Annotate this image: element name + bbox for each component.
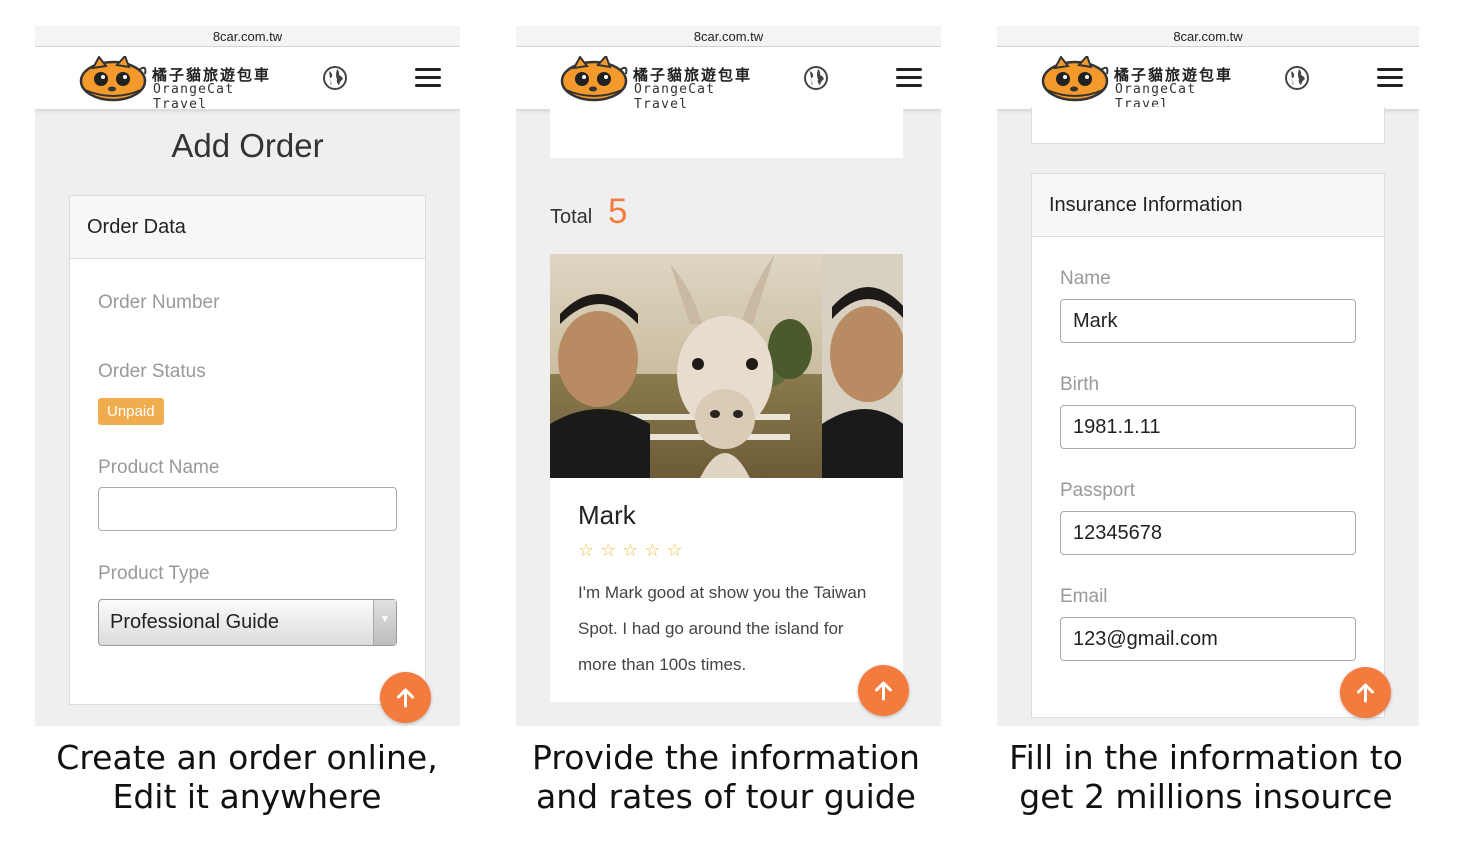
orange-cat-logo-icon — [79, 56, 147, 102]
previous-card — [550, 109, 903, 158]
birth-label: Birth — [1060, 374, 1100, 395]
product-type-label: Product Type — [98, 563, 210, 584]
browser-url-bar[interactable]: 8car.com.tw — [997, 26, 1419, 47]
name-label: Name — [1060, 268, 1111, 289]
hamburger-menu-icon[interactable] — [1377, 68, 1403, 88]
site-header: 橘子貓旅遊包車 OrangeCat Travel — [516, 47, 941, 112]
globe-icon[interactable] — [322, 65, 348, 91]
caption-guide-info: Provide the information and rates of tou… — [506, 738, 946, 816]
caption-insurance: Fill in the information to get 2 million… — [986, 738, 1426, 816]
guide-name: Mark — [578, 500, 636, 530]
site-logo[interactable]: 橘子貓旅遊包車 OrangeCat Travel — [79, 56, 279, 112]
rating-stars[interactable]: ☆☆☆☆☆ — [578, 540, 689, 561]
order-number-label: Order Number — [98, 292, 220, 313]
name-input[interactable]: Mark — [1060, 299, 1356, 343]
arrow-up-icon — [875, 681, 892, 701]
arrow-up-icon — [1357, 683, 1374, 703]
site-logo[interactable]: 橘子貓旅遊包車 OrangeCat Travel — [1041, 56, 1241, 112]
caption-line: Fill in the information to — [1009, 738, 1403, 777]
orange-cat-logo-icon — [560, 56, 628, 102]
screen-insurance: 8car.com.tw 橘子貓旅遊包車 OrangeCat Travel Ins… — [997, 26, 1419, 726]
site-header: 橘子貓旅遊包車 OrangeCat Travel — [997, 47, 1419, 112]
total-label: Total — [550, 206, 593, 228]
brand-name-en: OrangeCat Travel — [634, 82, 716, 112]
globe-icon[interactable] — [1284, 65, 1310, 91]
scroll-top-button[interactable] — [858, 665, 909, 716]
site-logo[interactable]: 橘子貓旅遊包車 OrangeCat Travel — [560, 56, 760, 112]
product-name-label: Product Name — [98, 457, 220, 478]
status-badge: Unpaid — [98, 398, 164, 425]
product-type-select[interactable]: Professional Guide ▼ — [98, 599, 397, 646]
total-count: 5 — [608, 192, 628, 231]
birth-input[interactable]: 1981.1.11 — [1060, 405, 1356, 449]
site-header: 橘子貓旅遊包車 OrangeCat Travel — [35, 47, 460, 112]
passport-input[interactable]: 12345678 — [1060, 511, 1356, 555]
guide-photo[interactable] — [550, 254, 903, 478]
passport-label: Passport — [1060, 480, 1135, 501]
card-title: Insurance Information — [1032, 174, 1384, 237]
product-type-value: Professional Guide — [110, 611, 279, 633]
caption-line: and rates of tour guide — [536, 777, 916, 816]
guide-card[interactable]: Mark ☆☆☆☆☆ I'm Mark good at show you the… — [550, 478, 903, 702]
chevron-down-icon: ▼ — [373, 600, 396, 645]
globe-icon[interactable] — [803, 65, 829, 91]
email-input[interactable]: 123@gmail.com — [1060, 617, 1356, 661]
hamburger-menu-icon[interactable] — [415, 68, 441, 88]
browser-url-bar[interactable]: 8car.com.tw — [35, 26, 460, 47]
scroll-top-button[interactable] — [1340, 667, 1391, 718]
caption-line: Create an order online, — [56, 738, 438, 777]
orange-cat-logo-icon — [1041, 56, 1109, 102]
guide-bio: I'm Mark good at show you the Taiwan Spo… — [578, 583, 867, 674]
hamburger-menu-icon[interactable] — [896, 68, 922, 88]
caption-create-order: Create an order online, Edit it anywhere — [27, 738, 467, 816]
previous-card — [1031, 107, 1385, 144]
page-title: Add Order — [171, 127, 324, 164]
order-status-label: Order Status — [98, 361, 206, 382]
card-title: Order Data — [70, 196, 425, 259]
screen-guide-list: 8car.com.tw 橘子貓旅遊包車 OrangeCat Travel Tot… — [516, 26, 941, 726]
email-label: Email — [1060, 586, 1108, 607]
browser-url-bar[interactable]: 8car.com.tw — [516, 26, 941, 47]
caption-line: get 2 millions insource — [1019, 777, 1393, 816]
caption-line: Edit it anywhere — [112, 777, 382, 816]
scroll-top-button[interactable] — [380, 672, 431, 723]
screen-add-order: 8car.com.tw 橘子貓旅遊包車 OrangeCat Travel Add… — [35, 26, 460, 726]
brand-name-en: OrangeCat Travel — [153, 82, 235, 112]
insurance-card: Insurance Information Name Mark Birth 19… — [1031, 173, 1385, 718]
product-name-input[interactable] — [98, 487, 397, 531]
caption-line: Provide the information — [532, 738, 920, 777]
order-data-card: Order Data Order Number Order Status Unp… — [69, 195, 426, 705]
arrow-up-icon — [397, 688, 414, 708]
